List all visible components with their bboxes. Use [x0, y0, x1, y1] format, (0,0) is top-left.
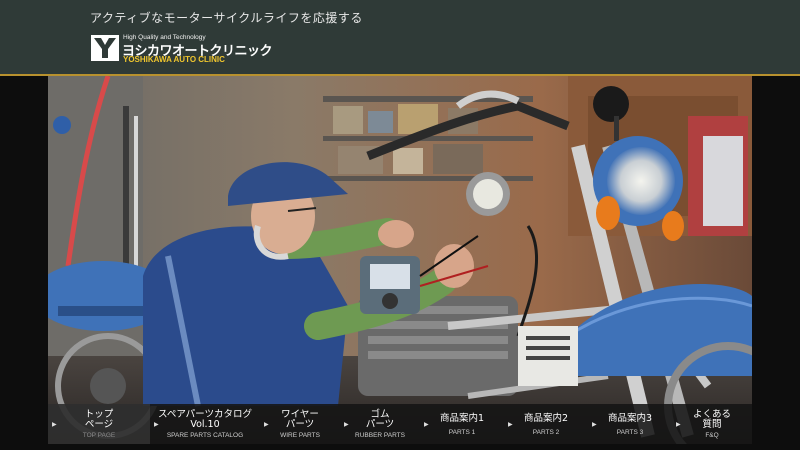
nav-label-en: SPARE PARTS CATALOG	[166, 432, 244, 439]
nav-arrow-icon: ▶	[52, 421, 57, 428]
logo-mark-icon[interactable]	[91, 35, 119, 61]
nav-rubber-parts[interactable]: ▶ ゴム パーツ RUBBER PARTS	[340, 404, 420, 444]
nav-label-en: PARTS 3	[616, 429, 644, 436]
left-margin	[0, 76, 48, 450]
bottom-strip	[0, 444, 800, 450]
nav-arrow-icon: ▶	[154, 421, 159, 428]
nav-label-en: TOP PAGE	[82, 432, 116, 439]
nav-label-jp: ゴム パーツ	[365, 409, 395, 430]
main-navigation: ▶ トップ ページ TOP PAGE ▶ スペアパーツカタログ Vol.10 S…	[48, 404, 752, 444]
nav-label-en: PARTS 2	[532, 429, 560, 436]
nav-label-jp: スペアパーツカタログ Vol.10	[158, 409, 252, 430]
nav-label-jp: トップ ページ	[84, 409, 114, 430]
hero-image	[48, 76, 752, 444]
nav-arrow-icon: ▶	[508, 421, 513, 428]
right-margin	[752, 76, 800, 450]
nav-label-jp: 商品案内3	[607, 413, 653, 424]
hero-photo-illustration	[48, 76, 752, 444]
site-header: アクティブなモーターサイクルライフを応援する High Quality and …	[0, 0, 800, 76]
nav-label-jp: ワイヤー パーツ	[281, 409, 319, 430]
nav-label-en: RUBBER PARTS	[355, 432, 405, 439]
nav-label-jp: 商品案内1	[439, 413, 485, 424]
nav-wire-parts[interactable]: ▶ ワイヤー パーツ WIRE PARTS	[260, 404, 340, 444]
nav-label-jp: よくある 質問	[692, 409, 731, 430]
nav-faq[interactable]: ▶ よくある 質問 F&Q	[672, 404, 752, 444]
logo-name-en[interactable]: YOSHIKAWA AUTO CLINIC	[123, 55, 225, 64]
nav-parts-2[interactable]: ▶ 商品案内2 PARTS 2	[504, 404, 588, 444]
nav-arrow-icon: ▶	[424, 421, 429, 428]
nav-arrow-icon: ▶	[344, 421, 349, 428]
nav-label-jp: 商品案内2	[523, 413, 569, 424]
nav-label-en: WIRE PARTS	[280, 432, 320, 439]
nav-label-en: F&Q	[705, 432, 719, 439]
nav-label-en: PARTS 1	[448, 429, 476, 436]
nav-parts-3[interactable]: ▶ 商品案内3 PARTS 3	[588, 404, 672, 444]
nav-arrow-icon: ▶	[264, 421, 269, 428]
nav-parts-1[interactable]: ▶ 商品案内1 PARTS 1	[420, 404, 504, 444]
nav-arrow-icon: ▶	[592, 421, 597, 428]
nav-arrow-icon: ▶	[676, 421, 681, 428]
nav-top-page[interactable]: ▶ トップ ページ TOP PAGE	[48, 404, 150, 444]
nav-spare-parts-catalog[interactable]: ▶ スペアパーツカタログ Vol.10 SPARE PARTS CATALOG	[150, 404, 260, 444]
site-tagline: アクティブなモーターサイクルライフを応援する	[90, 11, 363, 25]
